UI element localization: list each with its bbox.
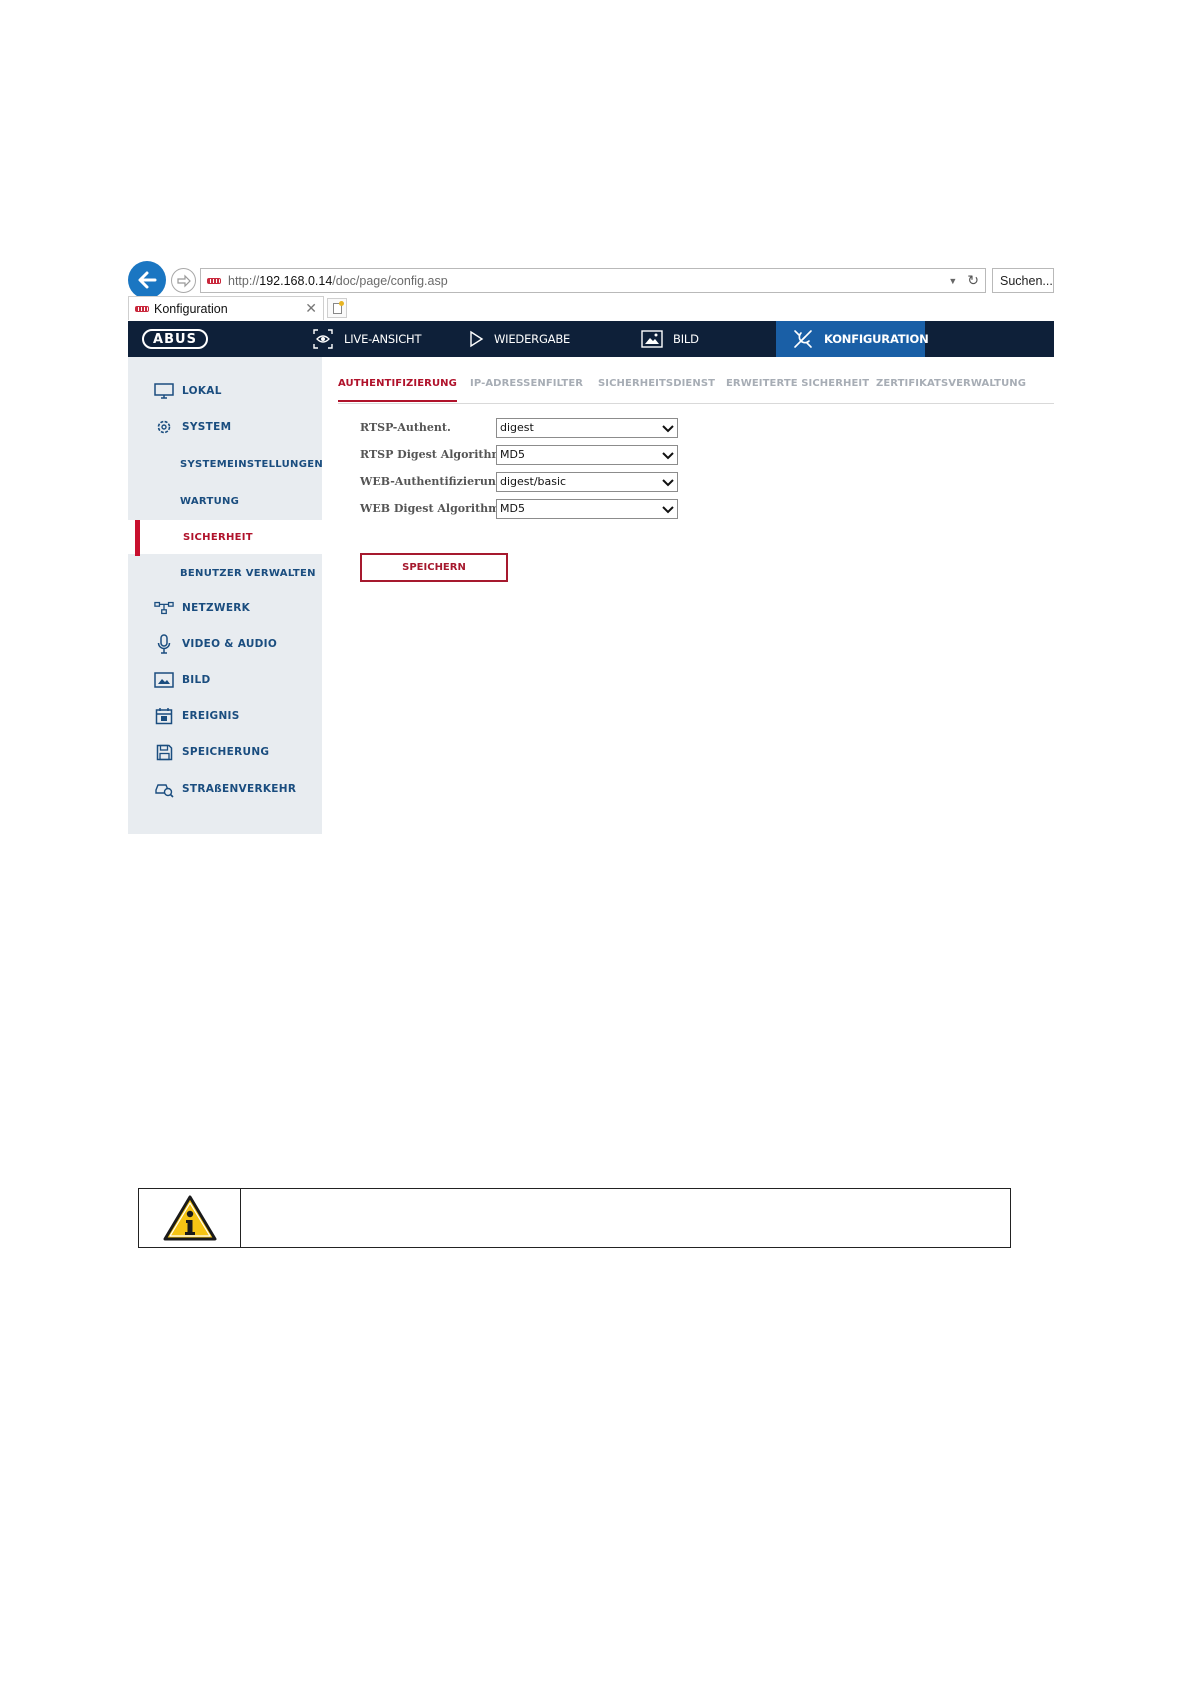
chevron-down-icon — [662, 452, 674, 460]
arrow-right-icon — [176, 274, 191, 287]
tab-sicherheitsdienst[interactable]: SICHERHEITSDIENST — [598, 378, 715, 389]
sidebar-item-sicherheit[interactable]: SICHERHEIT — [128, 520, 322, 556]
new-tab-button[interactable] — [327, 298, 347, 318]
sidebar-item-label: VIDEO & AUDIO — [182, 638, 278, 650]
calendar-icon — [154, 707, 174, 725]
sidebar-item-benutzer-verwalten[interactable]: BENUTZER VERWALTEN — [128, 556, 322, 590]
web-digest-algorithm-select[interactable]: MD5 — [496, 499, 678, 519]
top-navigation: ABUS LIVE-ANSICHT WIEDERGABE BILD KONFIG… — [128, 321, 1054, 357]
tab-erweiterte-sicherheit[interactable]: ERWEITERTE SICHERHEIT — [726, 378, 869, 389]
car-search-icon — [154, 780, 174, 798]
select-value: digest/basic — [500, 475, 567, 488]
nav-bild[interactable]: BILD — [641, 321, 699, 357]
warning-info-icon — [163, 1195, 216, 1241]
field-label: RTSP-Authent. — [360, 421, 451, 434]
sidebar-item-ereignis[interactable]: EREIGNIS — [128, 699, 322, 733]
subtab-bar: AUTHENTIFIZIERUNG IP-ADRESSENFILTER SICH… — [338, 370, 1054, 404]
nav-label: KONFIGURATION — [824, 332, 929, 346]
note-icon-cell — [139, 1189, 241, 1247]
form-row-rtsp-digest-algorithm: RTSP Digest Algorithm MD5 — [360, 445, 1060, 465]
address-bar[interactable]: http://192.168.0.14/doc/page/config.asp … — [200, 268, 986, 293]
site-favicon-icon — [207, 277, 221, 284]
sidebar-item-label: SICHERHEIT — [183, 531, 253, 543]
tab-zertifikatsverwaltung[interactable]: ZERTIFIKATSVERWALTUNG — [876, 378, 1026, 389]
eye-icon — [312, 328, 334, 350]
image-icon — [154, 671, 174, 689]
sidebar-item-wartung[interactable]: WARTUNG — [128, 484, 322, 518]
nav-konfiguration[interactable]: KONFIGURATION — [776, 321, 929, 357]
abus-logo: ABUS — [142, 329, 208, 349]
sidebar-item-label: NETZWERK — [182, 602, 251, 614]
network-icon — [154, 599, 174, 617]
form-row-rtsp-authent: RTSP-Authent. digest — [360, 418, 1060, 438]
image-icon — [641, 330, 663, 348]
nav-wiedergabe[interactable]: WIEDERGABE — [468, 321, 570, 357]
tab-title: Konfiguration — [154, 301, 228, 316]
sidebar-item-label: EREIGNIS — [182, 710, 240, 722]
tab-authentifizierung[interactable]: AUTHENTIFIZIERUNG — [338, 378, 457, 402]
dropdown-arrow-icon[interactable]: ▼ — [948, 276, 957, 286]
floppy-icon — [154, 743, 174, 761]
tab-ip-adressenfilter[interactable]: IP-ADRESSENFILTER — [470, 378, 583, 389]
field-label: WEB Digest Algorithm — [360, 502, 500, 515]
new-tab-icon — [332, 300, 344, 314]
chevron-down-icon — [662, 506, 674, 514]
forward-button[interactable] — [171, 268, 196, 293]
field-label: WEB-Authentifizierung — [360, 475, 504, 488]
info-note-box — [138, 1188, 1011, 1248]
sidebar-item-label: LOKAL — [182, 385, 222, 397]
arrow-left-icon — [138, 271, 157, 289]
save-button[interactable]: SPEICHERN — [360, 553, 508, 582]
sidebar-item-systemeinstellungen[interactable]: SYSTEMEINSTELLUNGEN — [128, 447, 324, 481]
tools-icon — [792, 328, 814, 350]
sidebar-item-netzwerk[interactable]: NETZWERK — [128, 591, 322, 625]
nav-label: WIEDERGABE — [494, 332, 571, 346]
note-text-cell — [241, 1189, 1010, 1247]
gear-icon — [154, 418, 174, 436]
tab-favicon-icon — [135, 305, 149, 312]
sidebar-item-video-audio[interactable]: VIDEO & AUDIO — [128, 627, 322, 661]
form-row-web-authentifizierung: WEB-Authentifizierung digest/basic — [360, 472, 1060, 492]
nav-label: BILD — [673, 332, 699, 346]
select-value: MD5 — [500, 448, 525, 461]
microphone-icon — [154, 634, 174, 654]
sidebar-item-system[interactable]: SYSTEM — [128, 410, 322, 444]
monitor-icon — [154, 382, 174, 400]
sidebar-item-lokal[interactable]: LOKAL — [128, 374, 322, 408]
url-text: http://192.168.0.14/doc/page/config.asp — [228, 273, 448, 288]
sidebar-item-label: SPEICHERUNG — [182, 746, 270, 758]
select-value: MD5 — [500, 502, 525, 515]
sidebar-item-label: SYSTEM — [182, 421, 232, 433]
rtsp-authent-select[interactable]: digest — [496, 418, 678, 438]
search-input[interactable]: Suchen... — [992, 268, 1054, 293]
sidebar-item-speicherung[interactable]: SPEICHERUNG — [128, 735, 322, 769]
nav-live-ansicht[interactable]: LIVE-ANSICHT — [312, 321, 421, 357]
web-authentifizierung-select[interactable]: digest/basic — [496, 472, 678, 492]
content-area: AUTHENTIFIZIERUNG IP-ADRESSENFILTER SICH… — [338, 370, 1054, 582]
reload-icon[interactable]: ↻ — [967, 272, 979, 289]
back-button[interactable] — [128, 261, 166, 299]
sidebar: LOKAL SYSTEM SYSTEMEINSTELLUNGEN WARTUNG… — [128, 357, 324, 834]
chevron-down-icon — [662, 425, 674, 433]
field-label: RTSP Digest Algorithm — [360, 448, 504, 461]
rtsp-digest-algorithm-select[interactable]: MD5 — [496, 445, 678, 465]
play-icon — [468, 330, 484, 348]
sidebar-item-strassenverkehr[interactable]: STRAßENVERKEHR — [128, 772, 322, 806]
sidebar-item-label: STRAßENVERKEHR — [182, 783, 297, 795]
sidebar-item-label: BILD — [182, 674, 211, 686]
sidebar-item-bild[interactable]: BILD — [128, 663, 322, 697]
sidebar-item-label: SYSTEMEINSTELLUNGEN — [180, 458, 324, 470]
chevron-down-icon — [662, 479, 674, 487]
close-tab-icon[interactable]: ✕ — [305, 300, 317, 317]
browser-tab[interactable]: Konfiguration ✕ — [128, 296, 324, 320]
nav-label: LIVE-ANSICHT — [344, 332, 422, 346]
select-value: digest — [500, 421, 534, 434]
sidebar-item-label: BENUTZER VERWALTEN — [180, 567, 316, 579]
sidebar-item-label: WARTUNG — [180, 495, 240, 507]
form-row-web-digest-algorithm: WEB Digest Algorithm MD5 — [360, 499, 1060, 519]
